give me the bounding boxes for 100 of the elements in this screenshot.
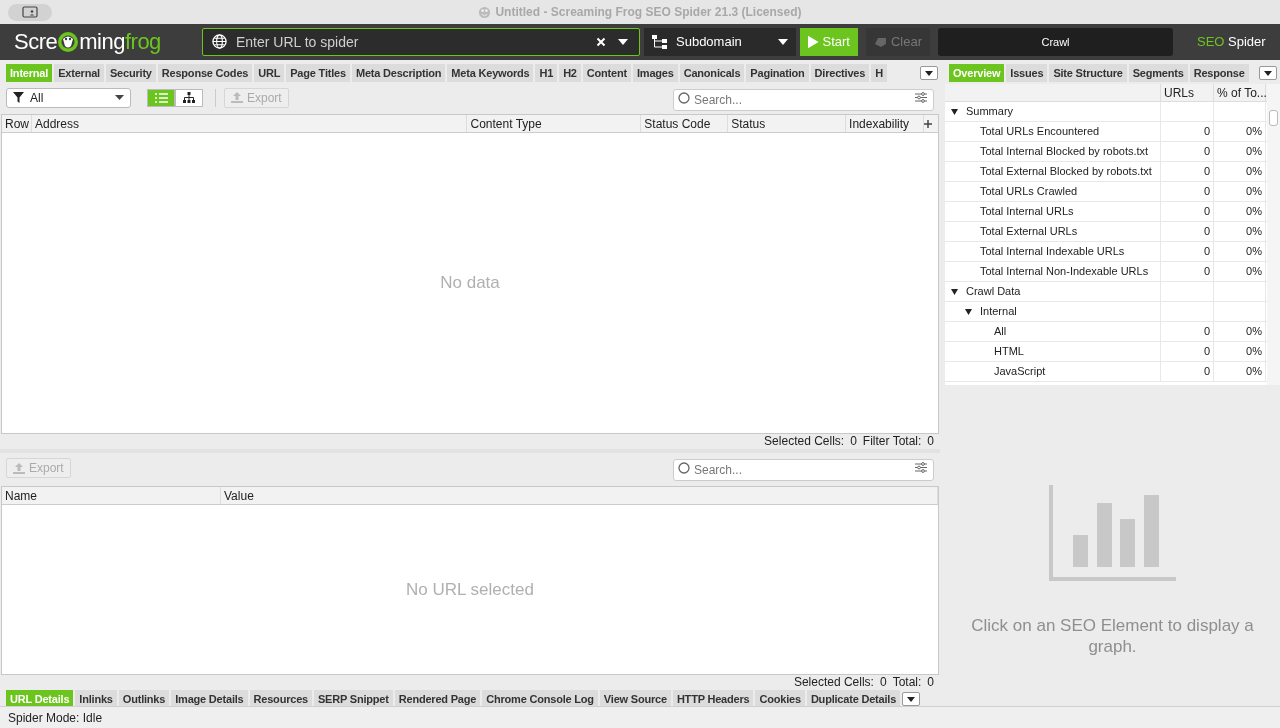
tree-item[interactable]: Total URLs Encountered bbox=[980, 123, 1100, 140]
tree-item[interactable]: Total URLs Crawled bbox=[980, 183, 1078, 200]
search-icon bbox=[678, 91, 690, 104]
expanded-arrow-icon[interactable] bbox=[951, 288, 958, 295]
tree-item[interactable]: Total Internal URLs bbox=[980, 203, 1074, 220]
tree-item[interactable]: All bbox=[994, 323, 1007, 340]
tree-item[interactable]: JavaScript bbox=[994, 363, 1046, 380]
table-cell-text: 0 bbox=[1203, 184, 1210, 200]
search-icon bbox=[678, 462, 690, 474]
column-header[interactable]: Status bbox=[728, 115, 847, 132]
window-title: Untitled - Screaming Frog SEO Spider 21.3 (Licensed) bbox=[495, 4, 802, 21]
tree-item[interactable]: Total Internal Indexable URLs bbox=[980, 243, 1125, 260]
table-cell-text: 0% bbox=[1246, 124, 1262, 140]
table-cell-text: 0% bbox=[1246, 344, 1262, 360]
column-header[interactable]: URLs bbox=[1161, 84, 1214, 101]
column-header[interactable]: Name bbox=[2, 487, 221, 504]
footer-label: Selected Cells: bbox=[793, 674, 874, 691]
url-field[interactable]: Enter URL to spider bbox=[202, 28, 640, 56]
tab[interactable]: Page Titles bbox=[286, 64, 350, 82]
footer-label: Filter Total: bbox=[862, 433, 922, 450]
window-icon bbox=[22, 6, 38, 18]
tab[interactable]: Content bbox=[582, 64, 631, 82]
tab[interactable]: H bbox=[871, 64, 887, 82]
footer-value: 0 bbox=[927, 433, 934, 450]
play-icon bbox=[808, 35, 819, 49]
expanded-arrow-icon[interactable] bbox=[965, 308, 972, 315]
plus-icon bbox=[924, 119, 932, 128]
tree-item[interactable]: Total External Blocked by robots.txt bbox=[980, 163, 1152, 180]
table-cell-text: 0% bbox=[1246, 164, 1262, 180]
tab[interactable]: Issues bbox=[1006, 64, 1048, 82]
column-header[interactable]: Value bbox=[221, 487, 938, 504]
mode-dropdown[interactable]: Subdomain bbox=[644, 28, 796, 56]
more-tabs-button[interactable] bbox=[1259, 66, 1277, 80]
tab[interactable]: Meta Description bbox=[351, 64, 446, 82]
footer-value: 0 bbox=[850, 433, 857, 450]
bar-chart-icon bbox=[1049, 485, 1176, 581]
clear-icon bbox=[596, 37, 606, 47]
column-header[interactable]: Row bbox=[2, 115, 32, 132]
tree-item[interactable]: Total Internal Blocked by robots.txt bbox=[980, 143, 1149, 160]
tree-item[interactable]: HTML bbox=[994, 343, 1024, 360]
tab[interactable]: External bbox=[54, 64, 104, 82]
expanded-arrow-icon[interactable] bbox=[951, 108, 958, 115]
tree-item[interactable]: Total External URLs bbox=[980, 223, 1078, 240]
table-cell-text: 0% bbox=[1246, 144, 1262, 160]
column-header[interactable]: Indexability bbox=[846, 115, 924, 132]
table-cell-text: 0% bbox=[1246, 224, 1262, 240]
tree-item[interactable]: Crawl Data bbox=[966, 283, 1021, 300]
column-header[interactable]: Status Code bbox=[641, 115, 729, 132]
tab[interactable]: URL bbox=[254, 64, 285, 82]
logo-text: frog bbox=[124, 31, 161, 53]
caret-icon bbox=[618, 39, 628, 45]
progress-label: Crawl bbox=[1040, 34, 1071, 50]
tab[interactable]: Site Structure bbox=[1049, 64, 1127, 82]
column-header[interactable]: % of To... bbox=[1214, 84, 1266, 101]
footer-value: 0 bbox=[879, 674, 887, 691]
column-header[interactable]: Content Type bbox=[467, 115, 642, 132]
tab[interactable]: Response Codes bbox=[157, 64, 253, 82]
tab[interactable]: Pagination bbox=[746, 64, 809, 82]
window-switch-button[interactable] bbox=[8, 3, 52, 21]
tree-view-button[interactable] bbox=[175, 88, 203, 107]
caret-icon bbox=[778, 39, 788, 45]
table-cell-text: 0 bbox=[1203, 164, 1210, 180]
filter-dropdown[interactable]: All bbox=[6, 87, 131, 108]
table-cell-text: 0% bbox=[1246, 204, 1262, 220]
tab[interactable]: Segments bbox=[1128, 64, 1188, 82]
table-cell-text: 0 bbox=[1203, 364, 1210, 380]
tree-item[interactable]: Internal bbox=[980, 303, 1017, 320]
upload-icon bbox=[231, 92, 243, 103]
table-cell-text: 0 bbox=[1203, 204, 1210, 220]
graph-message: Click on an SEO Element to display a graph. bbox=[970, 615, 1255, 657]
table-cell-text: 0% bbox=[1246, 244, 1262, 260]
tab[interactable]: H2 bbox=[559, 64, 581, 82]
more-tabs-button[interactable] bbox=[902, 692, 921, 706]
tab[interactable]: Canonicals bbox=[679, 64, 745, 82]
caret-icon bbox=[907, 696, 916, 702]
eraser-icon bbox=[874, 36, 887, 48]
table-cell-text: 0% bbox=[1246, 264, 1262, 280]
search-field[interactable]: Search... bbox=[673, 459, 934, 481]
search-field[interactable]: Search... bbox=[673, 88, 934, 111]
tab[interactable]: Meta Keywords bbox=[447, 64, 534, 82]
table-cell-text: 0 bbox=[1203, 124, 1210, 140]
tab[interactable]: H1 bbox=[535, 64, 558, 82]
tree-item[interactable]: Summary bbox=[966, 103, 1014, 120]
list-icon bbox=[154, 92, 168, 103]
tab[interactable]: Images bbox=[632, 64, 678, 82]
more-tabs-button[interactable] bbox=[920, 66, 938, 80]
hierarchy-icon bbox=[183, 92, 195, 103]
brand-label: SEO Spider bbox=[1197, 33, 1266, 52]
tree-item[interactable]: Total Internal Non-Indexable URLs bbox=[980, 263, 1149, 280]
table-cell-text: 0 bbox=[1203, 224, 1210, 240]
column-header[interactable]: Address bbox=[31, 115, 468, 132]
empty-message: No URL selected bbox=[406, 578, 534, 601]
table-cell-text: 0 bbox=[1203, 324, 1210, 340]
tab[interactable]: Security bbox=[105, 64, 156, 82]
tab[interactable]: Response bbox=[1189, 64, 1249, 82]
caret-icon bbox=[115, 95, 124, 100]
table-cell-text: 0 bbox=[1203, 244, 1210, 260]
table-cell-text: 0 bbox=[1203, 264, 1210, 280]
tab[interactable]: Directives bbox=[810, 64, 870, 82]
empty-message: No data bbox=[440, 272, 500, 295]
